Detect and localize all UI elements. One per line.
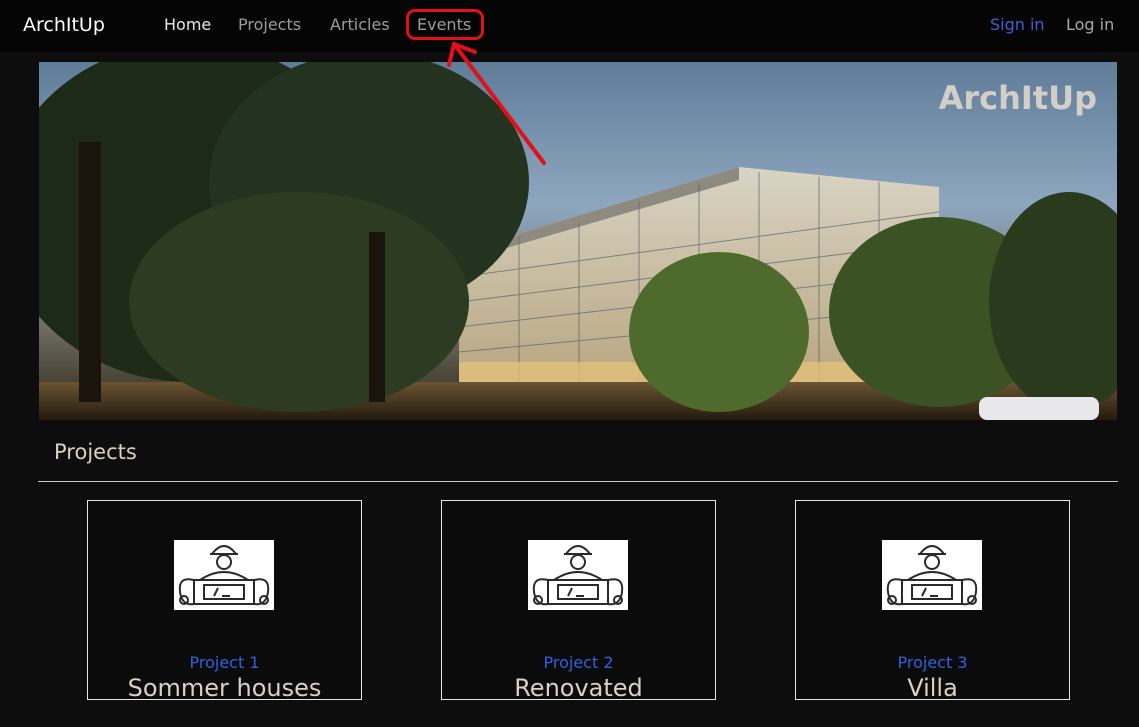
architect-plans-icon: [882, 540, 982, 610]
project-card-3[interactable]: Project 3 Villa: [795, 500, 1070, 702]
brand-logo[interactable]: ArchItUp: [23, 12, 105, 38]
hero-banner-image: ArchItUp: [39, 62, 1117, 420]
nav-log-in[interactable]: Log in: [1066, 14, 1114, 36]
annotation-highlight-box: [406, 9, 484, 40]
project-3-link[interactable]: Project 3: [796, 653, 1069, 673]
projects-section-title: Projects: [54, 440, 137, 464]
nav-sign-in[interactable]: Sign in: [990, 14, 1045, 36]
nav-projects[interactable]: Projects: [238, 14, 301, 36]
project-2-link[interactable]: Project 2: [442, 653, 715, 673]
project-2-description: Renovated: [514, 674, 643, 702]
nav-articles[interactable]: Articles: [330, 14, 390, 36]
project-card-2[interactable]: Project 2 Renovated: [441, 500, 716, 702]
project-3-description: Villa: [907, 674, 958, 702]
top-navbar: ArchItUp Home Projects Articles Events S…: [0, 0, 1139, 52]
nav-home[interactable]: Home: [164, 14, 211, 36]
architect-plans-icon: [174, 540, 274, 610]
project-card-1[interactable]: Project 1 Sommer houses: [87, 500, 362, 702]
architect-plans-icon: [528, 540, 628, 610]
section-divider: [38, 481, 1118, 482]
hero-logo-text: ArchItUp: [938, 79, 1097, 117]
project-1-link[interactable]: Project 1: [88, 653, 361, 673]
project-1-description: Sommer houses: [127, 674, 322, 702]
